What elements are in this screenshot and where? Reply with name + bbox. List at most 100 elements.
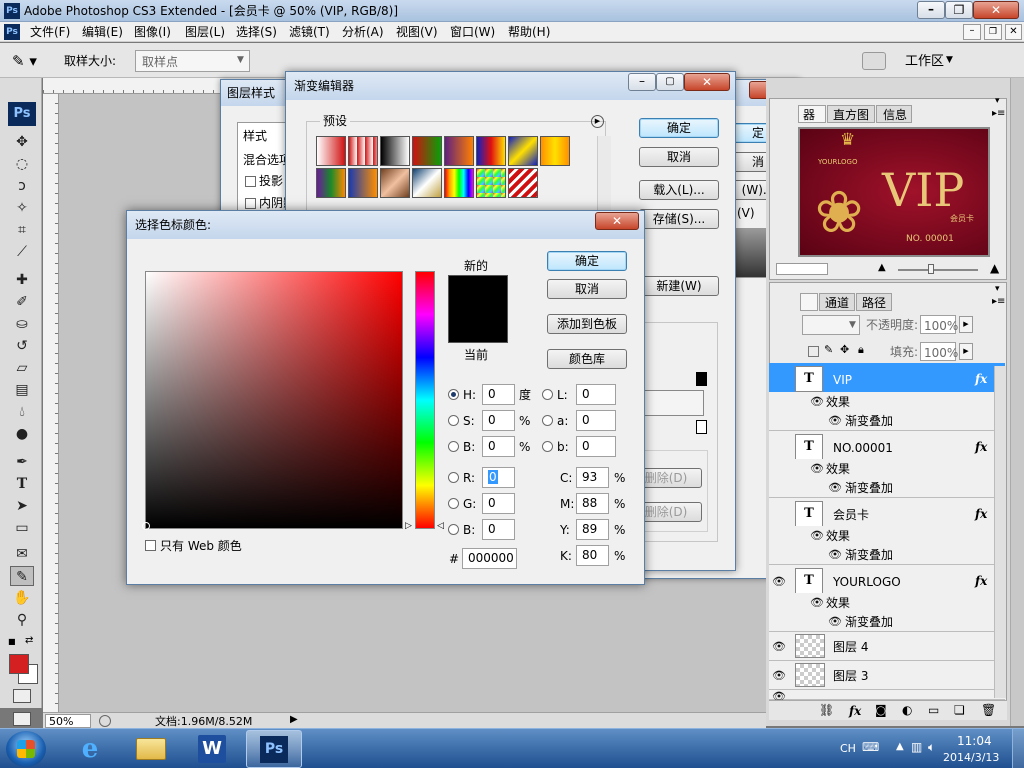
volume-icon[interactable]: 🔈︎ xyxy=(928,741,935,753)
layer-name[interactable]: 图层 4 xyxy=(833,641,868,653)
eye-icon[interactable]: 👁︎ xyxy=(771,669,787,682)
gradient-swatch[interactable] xyxy=(380,168,410,198)
color-stop-icon[interactable] xyxy=(696,420,707,434)
gradient-overlay-row[interactable]: 👁︎ 渐变叠加 xyxy=(769,545,1005,565)
photoshop-taskbar-button[interactable]: Ps xyxy=(246,730,302,768)
eye-icon[interactable]: 👁︎ xyxy=(827,481,843,494)
menu-edit[interactable]: 编辑(E) xyxy=(82,26,123,38)
effects-row[interactable]: 👁︎ 效果 xyxy=(769,526,1005,546)
type-tool-icon[interactable]: T xyxy=(10,474,34,494)
doc-minimize-button[interactable]: – xyxy=(963,24,981,40)
eye-icon[interactable]: 👁︎ xyxy=(809,395,825,408)
foreground-color-swatch[interactable] xyxy=(9,654,29,674)
workspace-menu[interactable]: 工作区 xyxy=(905,55,944,68)
gradient-overlay-row[interactable]: 👁︎ 渐变叠加 xyxy=(769,478,1005,498)
zoom-tool-icon[interactable]: ⚲ xyxy=(10,610,34,630)
add-to-swatches-button[interactable]: 添加到色板 xyxy=(547,314,627,334)
effects-row[interactable]: 👁︎ 效果 xyxy=(769,392,1005,412)
eye-icon[interactable]: 👁︎ xyxy=(827,414,843,427)
gradient-close-button[interactable]: ✕ xyxy=(684,73,730,91)
gradient-save-button[interactable]: 存储(S)... xyxy=(639,209,719,229)
styles-header[interactable]: 样式 xyxy=(243,130,267,142)
layer-name[interactable]: YOURLOGO xyxy=(833,576,901,588)
gradient-swatch[interactable] xyxy=(508,136,538,166)
brush-tool-icon[interactable]: ✐ xyxy=(10,292,34,312)
slice-tool-icon[interactable]: ⟋ xyxy=(10,242,34,262)
tab-channels[interactable]: 通道 xyxy=(819,293,855,311)
status-arrow-icon[interactable]: ▶ xyxy=(290,715,298,725)
presets-scrollbar[interactable] xyxy=(597,136,611,216)
eye-icon[interactable]: 👁︎ xyxy=(809,462,825,475)
history-brush-tool-icon[interactable]: ↺ xyxy=(10,336,34,356)
h-input[interactable]: 0 xyxy=(482,384,515,405)
gradient-swatch[interactable] xyxy=(540,136,570,166)
picker-ok-button[interactable]: 确定 xyxy=(547,251,627,271)
gradient-overlay-row[interactable]: 👁︎ 渐变叠加 xyxy=(769,612,1005,632)
l-radio[interactable] xyxy=(542,389,553,400)
new-group-icon[interactable]: ▭ xyxy=(928,704,939,716)
menu-image[interactable]: 图像(I) xyxy=(134,26,171,38)
blend-mode-select[interactable]: ▼ xyxy=(802,315,860,335)
shape-tool-icon[interactable]: ▭ xyxy=(10,518,34,538)
navigator-zoom-thumb[interactable] xyxy=(928,264,934,274)
healing-brush-tool-icon[interactable]: ✚ xyxy=(10,270,34,290)
clock-date[interactable]: 2014/3/13 xyxy=(943,752,999,763)
presets-menu-icon[interactable]: ▶ xyxy=(591,115,604,128)
explorer-taskbar-button[interactable] xyxy=(124,731,176,767)
sample-size-select[interactable]: 取样点 ▼ xyxy=(135,50,250,72)
g-input[interactable]: 0 xyxy=(482,493,515,514)
m-input[interactable]: 88 xyxy=(576,493,609,514)
gradient-swatch[interactable] xyxy=(348,168,378,198)
eye-icon[interactable]: 👁︎ xyxy=(771,575,787,588)
gradient-swatch[interactable] xyxy=(412,136,442,166)
layer-style-fx-icon[interactable]: fx xyxy=(849,704,861,718)
language-indicator[interactable]: CH xyxy=(840,743,856,754)
menu-layer[interactable]: 图层(L) xyxy=(185,26,225,38)
zoom-out-icon[interactable]: ▲ xyxy=(878,263,886,273)
minimize-button[interactable]: – xyxy=(917,1,945,19)
swap-colors-icon[interactable]: ⇄ xyxy=(25,635,35,646)
hue-slider[interactable] xyxy=(415,271,435,529)
gradient-minimize-button[interactable]: – xyxy=(628,73,656,91)
close-button[interactable]: ✕ xyxy=(973,1,1019,19)
tray-arrow-icon[interactable]: ▲ xyxy=(896,742,904,752)
picker-cancel-button[interactable]: 取消 xyxy=(547,279,627,299)
magic-wand-tool-icon[interactable]: ✧ xyxy=(10,198,34,218)
navigator-zoom-field[interactable] xyxy=(776,263,828,275)
inner-shadow-checkbox[interactable] xyxy=(245,198,256,209)
gradient-swatch[interactable] xyxy=(476,136,506,166)
keyboard-icon[interactable]: ⌨ xyxy=(862,741,879,753)
hue-slider-right-arrow-icon[interactable]: ◁ xyxy=(437,522,444,531)
fx-icon[interactable]: fx xyxy=(975,507,987,521)
lock-pixels-icon[interactable]: ✎ xyxy=(824,344,833,355)
eye-icon[interactable]: 👁︎ xyxy=(771,640,787,653)
navigator-collapse-icon[interactable]: ▾ xyxy=(995,97,1000,106)
layer-row-partial[interactable]: 👁︎ xyxy=(769,690,1005,703)
lock-transparency-icon[interactable] xyxy=(808,346,819,357)
network-icon[interactable]: ▥ xyxy=(911,741,922,753)
dodge-tool-icon[interactable]: ● xyxy=(10,424,34,444)
gradient-overlay-row[interactable]: 👁︎ 渐变叠加 xyxy=(769,411,1005,431)
eye-icon[interactable]: 👁︎ xyxy=(827,548,843,561)
gradient-swatch[interactable] xyxy=(348,136,378,166)
s-radio[interactable] xyxy=(448,415,459,426)
fx-icon[interactable]: fx xyxy=(975,574,987,588)
layer-name[interactable]: 图层 3 xyxy=(833,670,868,682)
new-layer-icon[interactable]: ❏ xyxy=(954,704,965,716)
bridge-icon[interactable] xyxy=(862,52,886,70)
tab-paths[interactable]: 路径 xyxy=(856,293,892,311)
lasso-tool-icon[interactable]: ↄ xyxy=(10,176,34,196)
color-libraries-button[interactable]: 颜色库 xyxy=(547,349,627,369)
tab-histogram[interactable]: 直方图 xyxy=(827,105,875,123)
fill-input[interactable]: 100% xyxy=(920,342,958,361)
screen-mode-icon[interactable] xyxy=(13,712,31,726)
menu-file[interactable]: 文件(F) xyxy=(30,26,70,38)
quick-mask-icon[interactable] xyxy=(13,689,31,703)
a-input[interactable]: 0 xyxy=(576,410,616,431)
doc-restore-button[interactable]: ❐ xyxy=(984,24,1002,40)
layer-row[interactable]: 👁︎ 图层 4 xyxy=(769,632,1005,661)
gradient-swatch[interactable] xyxy=(380,136,410,166)
color-field[interactable] xyxy=(145,271,403,529)
blend-options-item[interactable]: 混合选项 xyxy=(243,154,291,166)
effects-row[interactable]: 👁︎ 效果 xyxy=(769,593,1005,613)
